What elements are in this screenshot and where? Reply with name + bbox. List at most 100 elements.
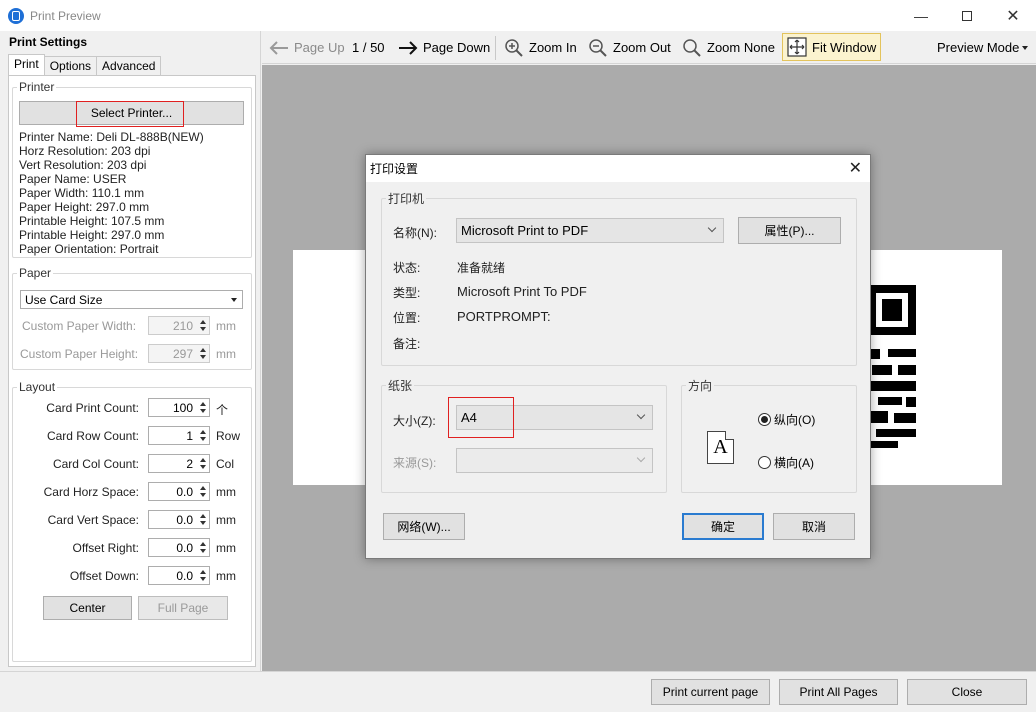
preview-mode-menu[interactable]: Preview Mode bbox=[937, 31, 1029, 64]
offset-right-stepper[interactable]: 0.0 bbox=[148, 538, 210, 557]
card-vert-space-value: 0.0 bbox=[176, 513, 193, 527]
card-col-count-value: 2 bbox=[186, 457, 193, 471]
stepper-up-icon[interactable] bbox=[200, 402, 206, 406]
zoom-out-button[interactable]: Zoom Out bbox=[588, 31, 671, 64]
custom-height-stepper[interactable]: 297 bbox=[148, 344, 210, 363]
stepper-down-icon[interactable] bbox=[200, 577, 206, 581]
print-all-pages-button[interactable]: Print All Pages bbox=[779, 679, 898, 705]
fit-window-label: Fit Window bbox=[812, 39, 877, 55]
stepper-down-icon[interactable] bbox=[200, 437, 206, 441]
paper-height-info: Paper Height: 297.0 mm bbox=[19, 200, 150, 214]
source-label: 来源(S): bbox=[393, 456, 437, 470]
comment-label: 备注: bbox=[393, 337, 421, 351]
card-print-count-value: 100 bbox=[172, 401, 193, 415]
maximize-icon bbox=[962, 10, 972, 21]
stepper-down-icon[interactable] bbox=[200, 521, 206, 525]
printable-height-info-1: Printable Height: 107.5 mm bbox=[19, 214, 165, 228]
custom-width-unit: mm bbox=[216, 319, 236, 333]
cancel-button[interactable]: 取消 bbox=[773, 513, 855, 540]
stepper-up-icon[interactable] bbox=[200, 430, 206, 434]
paper-size-select-value: Use Card Size bbox=[25, 292, 103, 307]
arrow-left-icon bbox=[269, 40, 288, 55]
radio-selected-icon bbox=[758, 413, 771, 426]
ok-button[interactable]: 确定 bbox=[682, 513, 764, 540]
printer-group-legend: Printer bbox=[19, 80, 55, 94]
close-window-button[interactable]: ✕ bbox=[990, 0, 1036, 31]
select-printer-highlight bbox=[76, 101, 184, 127]
printer-name-select[interactable]: Microsoft Print to PDF bbox=[456, 218, 724, 243]
location-value: PORTPROMPT: bbox=[457, 309, 551, 324]
stepper-down-icon[interactable] bbox=[200, 493, 206, 497]
print-settings-panel: Print Settings Print Options Advanced Pr… bbox=[0, 31, 261, 671]
close-button-label: Close bbox=[951, 685, 983, 699]
zoom-none-button[interactable]: Zoom None bbox=[682, 31, 775, 64]
offset-down-unit: mm bbox=[216, 569, 236, 583]
print-current-page-label: Print current page bbox=[662, 685, 759, 699]
landscape-radio[interactable]: 横向(A) bbox=[758, 454, 814, 471]
page-indicator: 1 / 50 bbox=[352, 40, 385, 55]
page-up-button[interactable]: Page Up bbox=[268, 31, 345, 64]
print-current-page-button[interactable]: Print current page bbox=[651, 679, 770, 705]
center-button[interactable]: Center bbox=[43, 596, 132, 620]
landscape-label: 横向(A) bbox=[774, 456, 814, 470]
dialog-title-bar: 打印设置 ✕ bbox=[366, 155, 870, 182]
paper-size-select[interactable]: Use Card Size bbox=[20, 290, 243, 309]
stepper-up-icon[interactable] bbox=[200, 542, 206, 546]
maximize-button[interactable] bbox=[944, 0, 990, 31]
card-horz-space-label: Card Horz Space: bbox=[43, 485, 139, 499]
properties-button[interactable]: 属性(P)... bbox=[738, 217, 841, 244]
printer-name-value: Microsoft Print to PDF bbox=[461, 223, 589, 238]
card-row-count-stepper[interactable]: 1 bbox=[148, 426, 210, 445]
stepper-down-icon[interactable] bbox=[200, 409, 206, 413]
offset-down-stepper[interactable]: 0.0 bbox=[148, 566, 210, 585]
card-horz-space-stepper[interactable]: 0.0 bbox=[148, 482, 210, 501]
custom-height-unit: mm bbox=[216, 347, 236, 361]
minimize-button[interactable]: — bbox=[898, 0, 944, 31]
app-icon bbox=[8, 7, 24, 24]
paper-orientation-info: Paper Orientation: Portrait bbox=[19, 242, 159, 256]
stepper-down-icon[interactable] bbox=[200, 549, 206, 553]
stepper-up-icon[interactable] bbox=[200, 486, 206, 490]
chevron-down-icon bbox=[636, 410, 646, 420]
stepper-up-icon[interactable] bbox=[200, 320, 206, 324]
dialog-title: 打印设置 bbox=[370, 162, 419, 176]
tab-print[interactable]: Print bbox=[8, 54, 45, 75]
stepper-up-icon[interactable] bbox=[200, 514, 206, 518]
center-button-label: Center bbox=[69, 601, 106, 615]
page-down-button[interactable]: Page Down bbox=[397, 31, 490, 64]
tab-options[interactable]: Options bbox=[43, 56, 98, 75]
dropdown-arrow-icon bbox=[231, 298, 237, 302]
stepper-up-icon[interactable] bbox=[200, 458, 206, 462]
type-label: 类型: bbox=[393, 286, 421, 300]
card-vert-space-stepper[interactable]: 0.0 bbox=[148, 510, 210, 529]
type-value: Microsoft Print To PDF bbox=[457, 284, 587, 299]
network-button[interactable]: 网络(W)... bbox=[383, 513, 465, 540]
portrait-page-icon: A bbox=[707, 431, 734, 464]
card-print-count-stepper[interactable]: 100 bbox=[148, 398, 210, 417]
close-button[interactable]: Close bbox=[907, 679, 1027, 705]
paper-width-info: Paper Width: 110.1 mm bbox=[19, 186, 145, 200]
offset-right-label: Offset Right: bbox=[72, 541, 139, 555]
settings-tabs: Print Options Advanced bbox=[8, 54, 162, 75]
full-page-button[interactable]: Full Page bbox=[138, 596, 228, 620]
portrait-radio[interactable]: 纵向(O) bbox=[758, 411, 815, 428]
dialog-paper-group: 纸张 bbox=[381, 377, 667, 493]
dialog-close-icon[interactable]: ✕ bbox=[849, 158, 862, 178]
paper-group-legend: Paper bbox=[19, 266, 52, 280]
card-col-count-stepper[interactable]: 2 bbox=[148, 454, 210, 473]
paper-source-combo[interactable] bbox=[456, 448, 653, 473]
stepper-down-icon[interactable] bbox=[200, 355, 206, 359]
stepper-up-icon[interactable] bbox=[200, 348, 206, 352]
stepper-down-icon[interactable] bbox=[200, 327, 206, 331]
zoom-in-label: Zoom In bbox=[529, 40, 577, 55]
stepper-down-icon[interactable] bbox=[200, 465, 206, 469]
vert-resolution-info: Vert Resolution: 203 dpi bbox=[19, 158, 147, 172]
tab-advanced[interactable]: Advanced bbox=[96, 56, 162, 75]
fit-window-button[interactable]: Fit Window bbox=[782, 33, 882, 61]
stepper-up-icon[interactable] bbox=[200, 570, 206, 574]
zoom-in-button[interactable]: Zoom In bbox=[504, 31, 577, 64]
offset-down-value: 0.0 bbox=[176, 569, 193, 583]
print-all-pages-label: Print All Pages bbox=[799, 685, 878, 699]
close-icon: ✕ bbox=[1006, 7, 1020, 25]
custom-width-stepper[interactable]: 210 bbox=[148, 316, 210, 335]
